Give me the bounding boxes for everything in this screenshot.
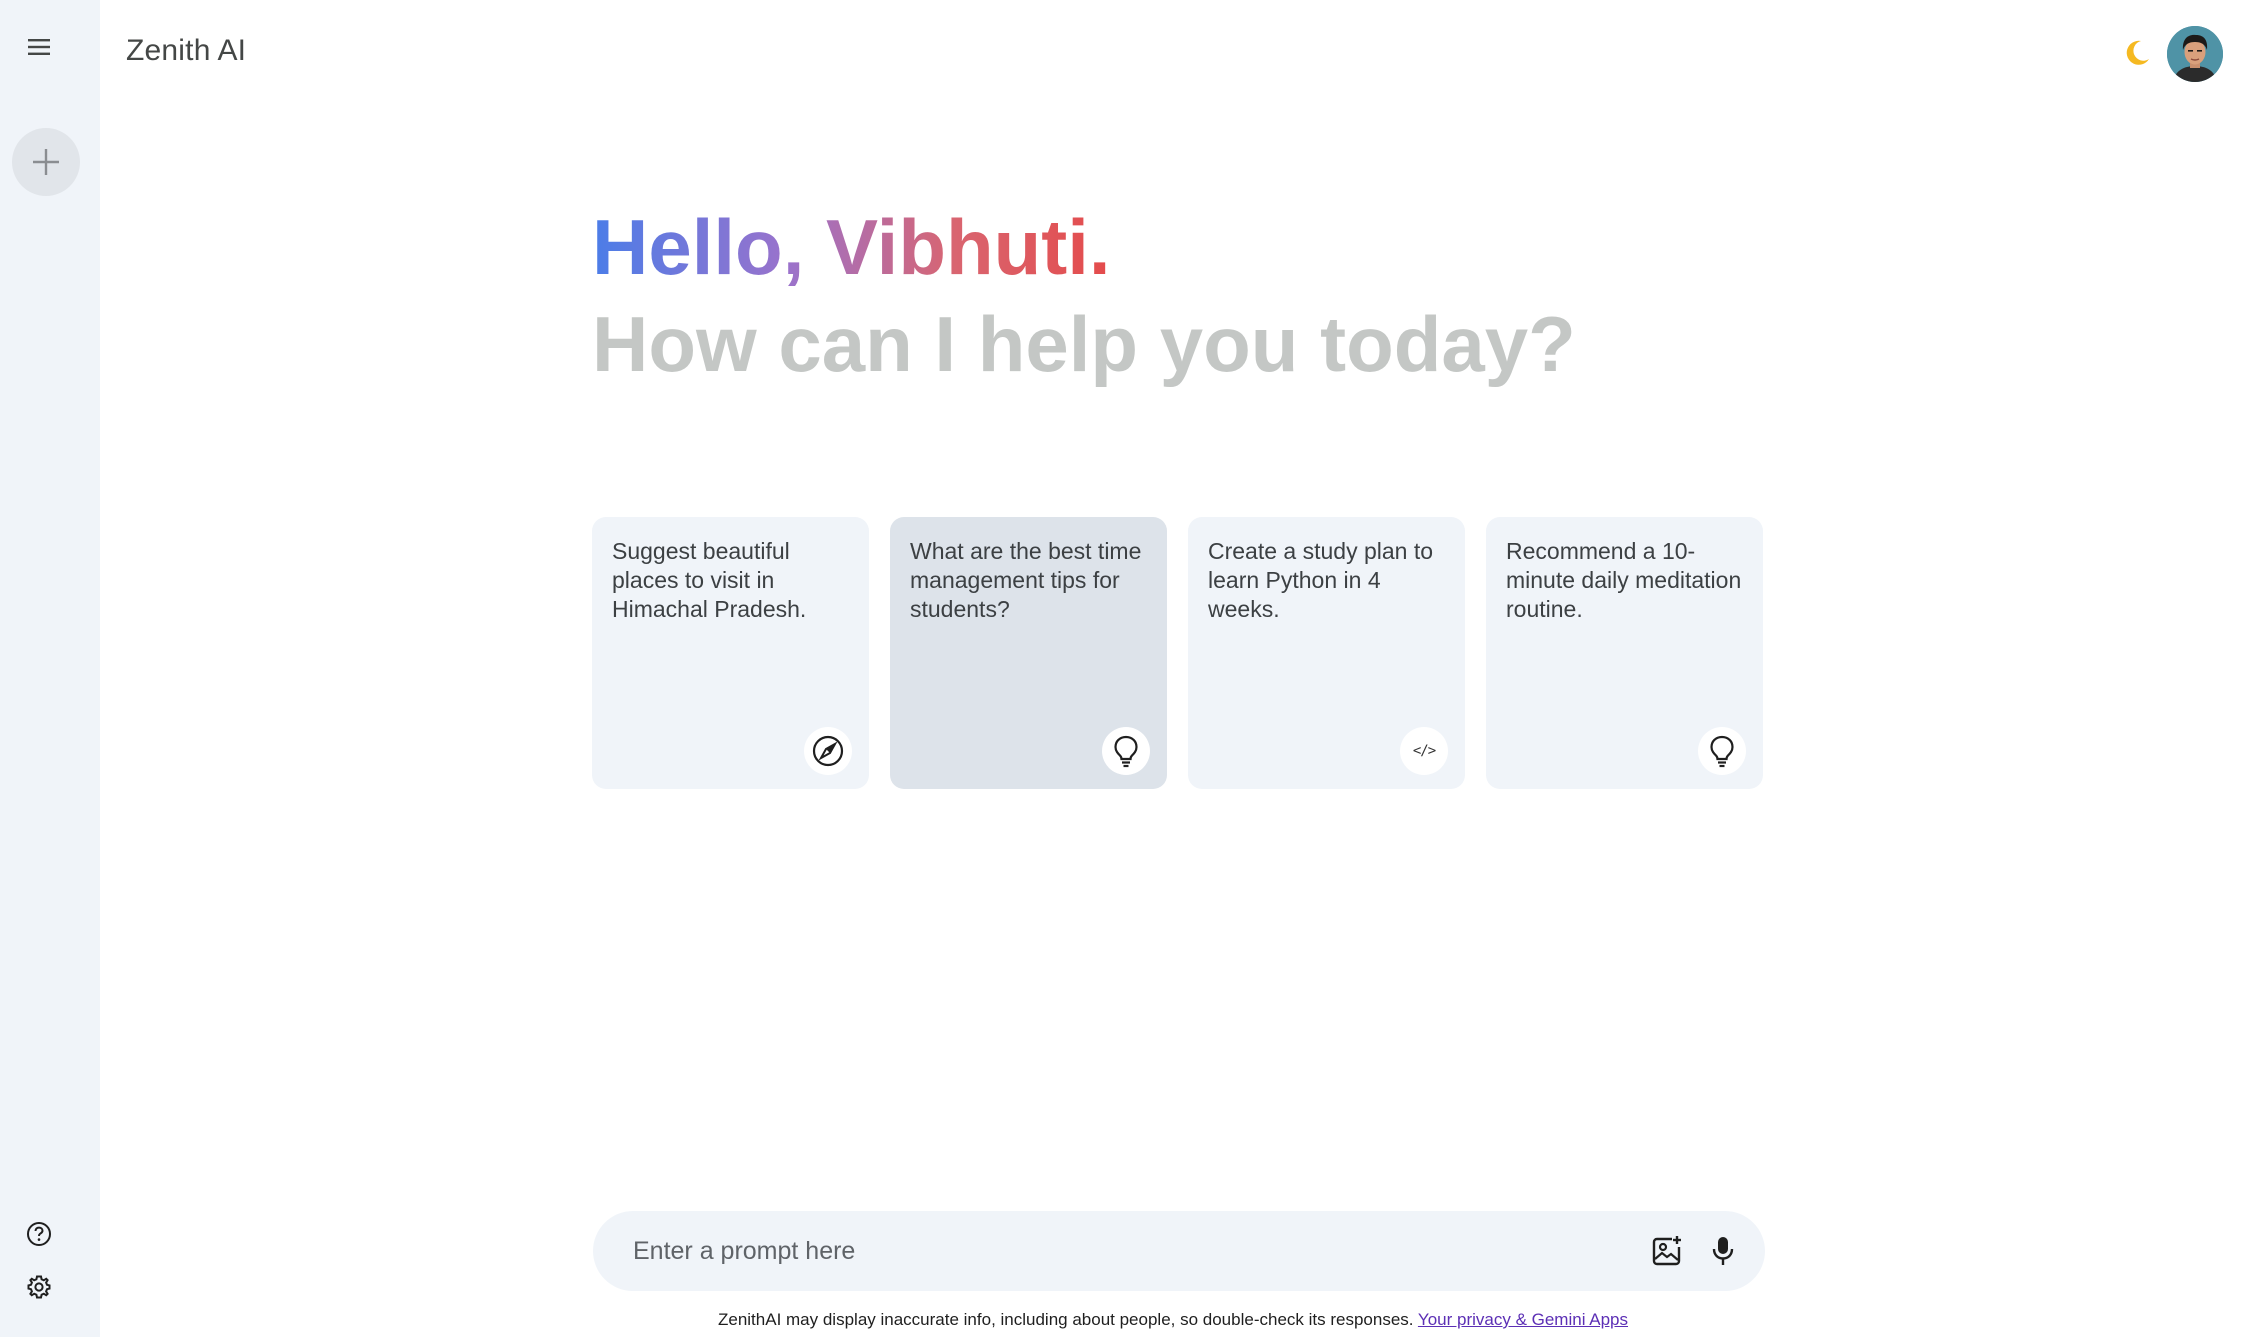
- suggestion-card-text: Recommend a 10-minute daily meditation r…: [1506, 538, 1742, 622]
- lightbulb-icon: [1114, 735, 1138, 768]
- theme-toggle-button[interactable]: [2120, 36, 2154, 70]
- suggestion-card[interactable]: Create a study plan to learn Python in 4…: [1188, 517, 1465, 789]
- add-image-button[interactable]: [1647, 1231, 1687, 1271]
- suggestion-card[interactable]: What are the best time management tips f…: [890, 517, 1167, 789]
- suggestion-cards: Suggest beautiful places to visit in Him…: [592, 517, 1764, 789]
- compass-icon: [812, 735, 844, 767]
- microphone-icon: [1712, 1237, 1734, 1265]
- suggestion-card-text: Create a study plan to learn Python in 4…: [1208, 538, 1434, 622]
- avatar-image: [2167, 26, 2223, 82]
- suggestion-card-text: Suggest beautiful places to visit in Him…: [612, 538, 807, 622]
- lightbulb-icon: [1710, 735, 1734, 768]
- new-chat-button[interactable]: [12, 128, 80, 196]
- help-button[interactable]: [24, 1219, 54, 1249]
- greeting-subtitle: How can I help you today?: [592, 300, 1576, 388]
- app-title: Zenith AI: [126, 34, 247, 67]
- suggestion-card[interactable]: Recommend a 10-minute daily meditation r…: [1486, 517, 1763, 789]
- settings-button[interactable]: [24, 1272, 54, 1302]
- card-icon-wrap: [804, 727, 852, 775]
- disclaimer: ZenithAI may display inaccurate info, in…: [0, 1310, 2246, 1330]
- privacy-link[interactable]: Your privacy & Gemini Apps: [1418, 1310, 1628, 1329]
- greeting-title: Hello, Vibhuti.: [592, 203, 1111, 291]
- disclaimer-text: ZenithAI may display inaccurate info, in…: [717, 1310, 1418, 1329]
- card-icon-wrap: [1698, 727, 1746, 775]
- hamburger-menu-icon: [28, 39, 50, 55]
- suggestion-card-text: What are the best time management tips f…: [910, 538, 1142, 622]
- microphone-button[interactable]: [1703, 1231, 1743, 1271]
- plus-icon: [33, 149, 59, 175]
- user-avatar[interactable]: [2167, 26, 2223, 82]
- sidebar: [0, 0, 100, 1337]
- moon-icon: [2126, 40, 2149, 65]
- prompt-input[interactable]: [631, 1231, 1611, 1271]
- code-icon: </>: [1412, 743, 1436, 759]
- menu-button[interactable]: [22, 30, 56, 64]
- prompt-bar: [593, 1211, 1765, 1291]
- card-icon-wrap: [1102, 727, 1150, 775]
- suggestion-card[interactable]: Suggest beautiful places to visit in Him…: [592, 517, 869, 789]
- help-circle-icon: [27, 1222, 51, 1246]
- add-image-icon: [1652, 1236, 1681, 1266]
- gear-icon: [27, 1275, 51, 1299]
- card-icon-wrap: </>: [1400, 727, 1448, 775]
